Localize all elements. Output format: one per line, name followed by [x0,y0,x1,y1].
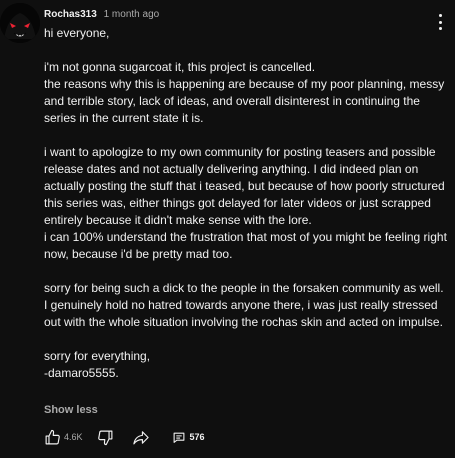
comment-paragraph: i want to apologize to my own community … [44,144,449,263]
comment-line: the reasons why this is happening are be… [44,77,445,125]
show-less-button[interactable]: Show less [44,404,98,416]
share-arrow-icon [132,430,149,444]
comment-line: sorry for being such a dick to the peopl… [44,281,444,329]
author-name[interactable]: Rochas313 [44,9,97,20]
share-button[interactable] [132,429,150,446]
replies-button[interactable]: 576 [172,431,205,444]
comment-header: Rochas313 1 month ago [44,9,159,21]
avatar-image [0,3,40,43]
comment-line: hi everyone, [44,26,110,40]
comment-paragraph: sorry for being such a dick to the peopl… [44,280,449,331]
comment-body: hi everyone, i'm not gonna sugarcoat it, … [44,25,449,382]
reply-count: 576 [189,432,205,442]
comment-bubble-icon [173,432,184,443]
comment-paragraph: sorry for everything, -damaro5555. [44,348,449,382]
like-button[interactable]: 4.6K [44,429,83,446]
comment-line: i'm not gonna sugarcoat it, this project… [44,60,316,74]
like-count: 4.6K [64,432,83,442]
comment-line: i want to apologize to my own community … [44,145,445,227]
avatar[interactable] [0,3,40,43]
comment-timestamp[interactable]: 1 month ago [104,9,160,20]
comment-paragraph: hi everyone, [44,25,449,42]
thumbs-up-icon [45,429,60,444]
comment-actions: 4.6K 576 [44,428,205,446]
comment-line: sorry for everything, [44,349,151,363]
comment-line: i can 100% understand the frustration th… [44,230,447,261]
dislike-button[interactable] [97,429,114,446]
comment-paragraph: i'm not gonna sugarcoat it, this project… [44,59,449,127]
comment-line: -damaro5555. [44,366,119,380]
thumbs-down-icon [97,430,112,445]
